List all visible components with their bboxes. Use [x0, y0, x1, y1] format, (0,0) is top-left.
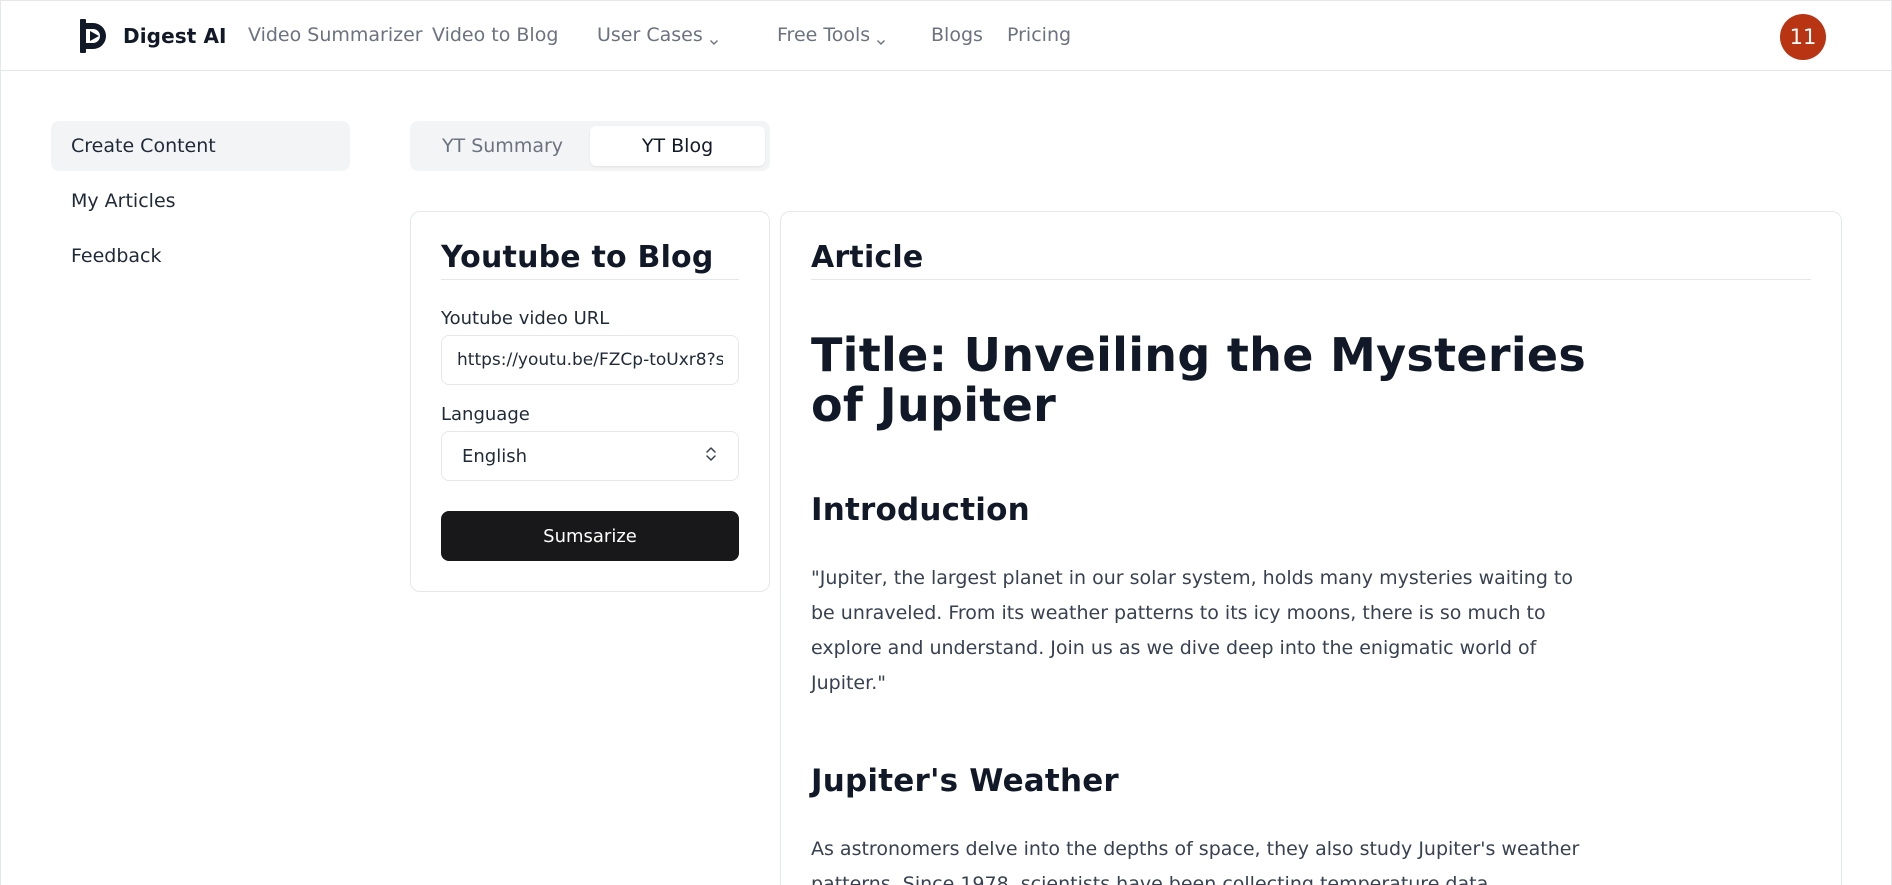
mode-tabs: YT Summary YT Blog: [410, 121, 770, 171]
chevron-up-down-icon: [704, 445, 718, 468]
youtube-to-blog-form: Youtube to Blog Youtube video URL Langua…: [410, 211, 770, 592]
sidebar-item-my-articles[interactable]: My Articles: [51, 176, 350, 226]
user-avatar[interactable]: 11: [1780, 14, 1826, 60]
nav-video-summarizer[interactable]: Video Summarizer: [248, 24, 423, 46]
url-field-label: Youtube video URL: [441, 308, 610, 329]
nav-user-cases-label: User Cases: [597, 24, 703, 46]
youtube-url-input[interactable]: [441, 335, 739, 385]
sidebar-item-label: Create Content: [71, 135, 216, 157]
section-body-weather: As astronomers delve into the depths of …: [811, 838, 1580, 885]
section-heading-introduction: Introduction: [811, 492, 1030, 528]
brand-name: Digest AI: [123, 24, 227, 48]
brand-logo-link[interactable]: Digest AI: [79, 18, 227, 54]
sidebar-item-create-content[interactable]: Create Content: [51, 121, 350, 171]
article-title: Title: Unveiling the Mysteries of Jupite…: [811, 328, 1587, 432]
language-select[interactable]: English: [441, 431, 739, 481]
top-navigation: Digest AI Video Summarizer Video to Blog…: [1, 0, 1891, 71]
tab-yt-summary[interactable]: YT Summary: [415, 126, 590, 166]
nav-video-to-blog[interactable]: Video to Blog: [432, 24, 558, 46]
form-title: Youtube to Blog: [441, 240, 739, 280]
nav-pricing[interactable]: Pricing: [1007, 24, 1071, 46]
digest-logo-icon: [79, 18, 111, 54]
language-select-value: English: [462, 445, 527, 467]
tab-yt-blog[interactable]: YT Blog: [590, 126, 765, 166]
sidebar: Create Content My Articles Feedback: [51, 121, 350, 286]
sidebar-item-feedback[interactable]: Feedback: [51, 231, 350, 281]
article-header: Article: [811, 240, 1811, 280]
chevron-down-icon: [876, 30, 886, 45]
sidebar-item-label: My Articles: [71, 190, 176, 212]
sidebar-item-label: Feedback: [71, 245, 162, 267]
section-heading-weather: Jupiter's Weather: [811, 763, 1119, 799]
nav-free-tools-dropdown[interactable]: Free Tools: [777, 24, 886, 46]
app-window: Digest AI Video Summarizer Video to Blog…: [0, 0, 1892, 885]
nav-user-cases-dropdown[interactable]: User Cases: [597, 24, 719, 46]
chevron-down-icon: [709, 30, 719, 45]
section-body-introduction: "Jupiter, the largest planet in our sola…: [811, 567, 1573, 694]
nav-free-tools-label: Free Tools: [777, 24, 871, 46]
article-panel: Article Title: Unveiling the Mysteries o…: [780, 211, 1842, 885]
article-content: Title: Unveiling the Mysteries of Jupite…: [811, 330, 1591, 885]
language-field-label: Language: [441, 404, 530, 425]
summarize-button[interactable]: Sumsarize: [441, 511, 739, 561]
nav-blogs[interactable]: Blogs: [931, 24, 983, 46]
